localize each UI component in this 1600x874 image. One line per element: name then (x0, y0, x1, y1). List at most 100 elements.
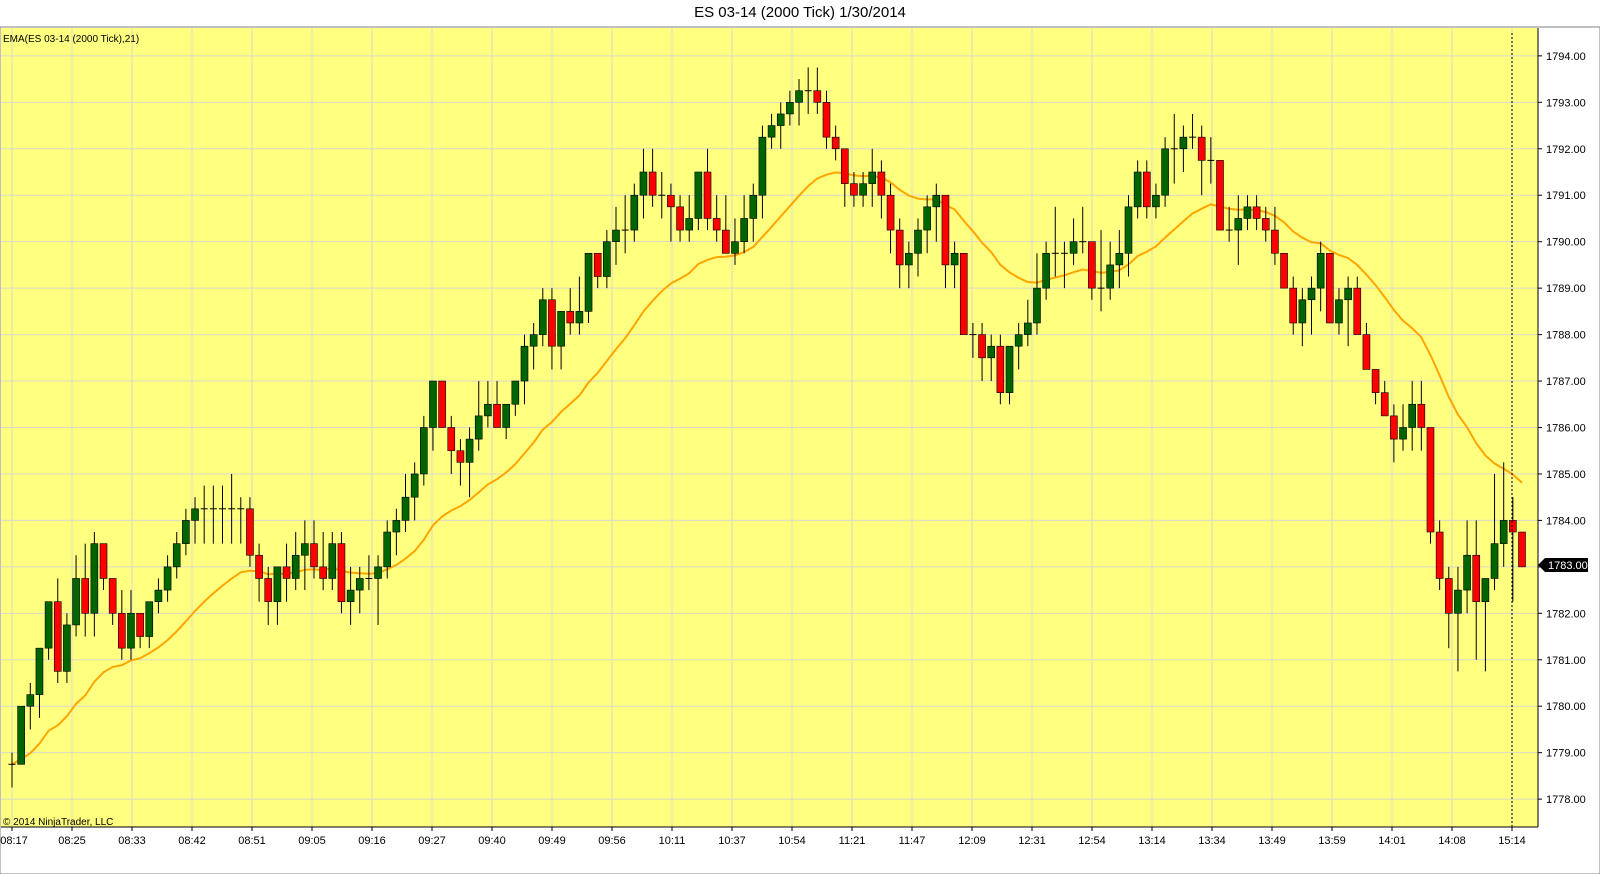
candle-down (1417, 403, 1426, 428)
copyright-label: © 2014 NinjaTrader, LLC (3, 817, 113, 828)
candle-up (291, 554, 300, 579)
candle-up (1298, 299, 1307, 324)
candle-up (429, 380, 437, 428)
candle-up (1106, 264, 1114, 289)
candle-down (1426, 427, 1435, 533)
candle-down (703, 171, 712, 219)
candle-down (1518, 531, 1526, 568)
candle-up (35, 647, 44, 695)
candle-up (1124, 206, 1133, 254)
candle-up (1316, 252, 1325, 289)
candle-down (447, 427, 456, 452)
candle-up (923, 206, 931, 231)
x-tick-label: 08:42 (178, 835, 206, 847)
last-price-marker: 1783.00 (1538, 558, 1588, 572)
candle-up (685, 218, 694, 231)
candle-up (786, 102, 794, 115)
y-tick-label: 1782.00 (1546, 608, 1586, 620)
candle-up (1335, 299, 1343, 324)
candle-up (932, 194, 941, 208)
candle-up (374, 566, 382, 579)
x-tick-label: 10:11 (659, 835, 686, 847)
y-tick-label: 1792.00 (1546, 144, 1586, 156)
x-tick-label: 08:51 (238, 835, 266, 847)
candle-down (136, 613, 144, 637)
y-tick-label: 1788.00 (1546, 330, 1586, 342)
candle-down (1509, 520, 1517, 533)
candle-up (392, 520, 401, 533)
candle-up (410, 473, 419, 498)
x-tick-label: 11:47 (899, 835, 926, 847)
candle-down (886, 194, 895, 231)
y-tick-label: 1786.00 (1546, 423, 1586, 435)
candle-up (1490, 543, 1499, 579)
candle-down (99, 543, 108, 579)
candle-up (90, 543, 99, 614)
candle-up (776, 113, 785, 126)
candle-up (1115, 252, 1124, 266)
candle-down (648, 171, 657, 196)
candle-up (163, 566, 172, 591)
y-tick-label: 1785.00 (1546, 469, 1586, 481)
candle-down (722, 229, 730, 254)
x-tick-label: 14:01 (1378, 835, 1406, 847)
candle-down (81, 578, 90, 614)
candle-down (1289, 287, 1298, 324)
candle-up (1408, 403, 1416, 428)
candle-down (1362, 334, 1371, 370)
candle-up (474, 415, 483, 440)
candle-up (154, 589, 163, 603)
candle-up (1042, 252, 1050, 289)
x-tick-label: 12:54 (1078, 835, 1106, 847)
x-tick-label: 14:08 (1438, 835, 1466, 847)
price-chart[interactable]: 1778.00 1779.00 1780.00 1781.00 1782.00 1783.… (0, 0, 1600, 874)
candle-up (612, 229, 620, 242)
candle-up (1033, 287, 1041, 324)
x-tick-label: 10:54 (778, 835, 806, 847)
x-tick-label: 09:56 (598, 835, 626, 847)
candle-down (1390, 415, 1398, 440)
x-tick-label: 09:40 (478, 835, 506, 847)
candle-up (950, 252, 959, 266)
y-tick-label: 1790.00 (1546, 237, 1586, 249)
candle-down (246, 508, 254, 556)
indicator-label: EMA(ES 03-14 (2000 Tick),21) (3, 34, 139, 45)
candle-down (831, 136, 840, 150)
y-tick-label: 1779.00 (1546, 748, 1586, 760)
candle-up (1243, 206, 1252, 219)
candle-down (566, 311, 575, 324)
candle-up (511, 380, 520, 405)
candle-up (538, 299, 547, 335)
candle-up (1024, 322, 1032, 335)
y-tick-label: 1780.00 (1546, 701, 1586, 713)
candle-down (712, 218, 721, 231)
candle-up (127, 613, 135, 649)
x-tick-label: 09:05 (298, 835, 326, 847)
candle-up (1463, 554, 1471, 591)
candle-up (182, 520, 190, 544)
candle-up (1344, 287, 1352, 301)
candle-up (1454, 589, 1462, 614)
candle-up (1234, 218, 1243, 231)
candle-up (44, 601, 53, 649)
candle-up (859, 183, 867, 196)
y-tick-label: 1791.00 (1546, 190, 1586, 202)
y-tick-label: 1781.00 (1546, 655, 1586, 667)
candle-up (145, 601, 154, 637)
candle-down (1271, 229, 1279, 254)
x-tick-label: 10:37 (718, 835, 746, 847)
candle-up (465, 438, 474, 463)
candle-down (1353, 287, 1362, 335)
candle-up (584, 252, 593, 312)
candle-up (795, 90, 803, 103)
candle-down (438, 380, 446, 428)
candle-up (26, 694, 35, 707)
x-tick-label: 08:25 (58, 835, 86, 847)
y-tick-label: 1789.00 (1546, 283, 1586, 295)
candle-up (987, 345, 996, 359)
candle-up (868, 171, 877, 184)
candle-down (319, 566, 327, 579)
candle-down (53, 601, 62, 672)
last-price-label: 1783.00 (1548, 560, 1588, 572)
candle-up (630, 194, 639, 231)
